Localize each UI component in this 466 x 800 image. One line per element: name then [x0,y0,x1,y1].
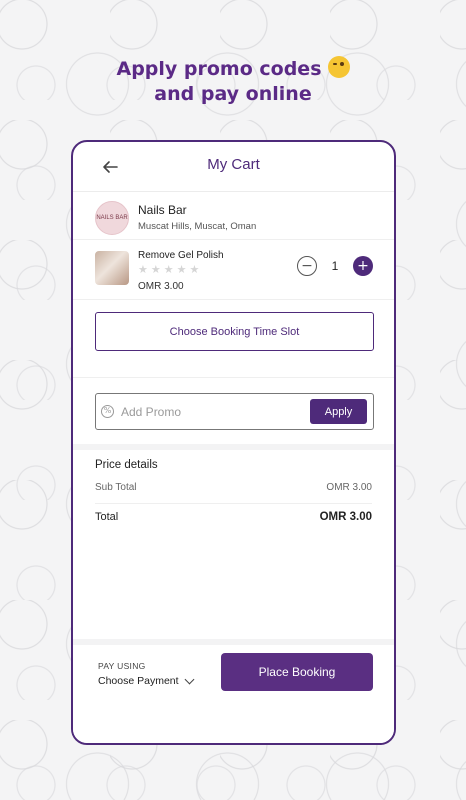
star-icon: ★ [176,263,187,276]
cart-item: Remove Gel Polish ★ ★ ★ ★ ★ OMR 3.00 − 1… [73,240,394,300]
pay-using-label: PAY USING [98,661,146,671]
subtotal-row: Sub Total OMR 3.00 [95,478,372,504]
price-details-title: Price details [95,459,158,471]
chevron-down-icon [184,674,194,684]
decrease-quantity-button[interactable]: − [297,256,317,276]
star-icon: ★ [189,263,200,276]
promo-headline: Apply promo codes and pay online [0,56,466,107]
total-value: OMR 3.00 [319,511,372,523]
salon-name: Nails Bar [138,203,187,217]
price-details: Price details Sub Total OMR 3.00 Total O… [73,450,394,523]
payment-method-value: Choose Payment [98,675,179,687]
choose-time-slot-button[interactable]: Choose Booking Time Slot [95,312,374,351]
winking-face-icon [327,56,350,78]
star-icon: ★ [150,263,161,276]
promo-input[interactable] [121,400,301,423]
place-booking-button[interactable]: Place Booking [221,653,373,691]
promo-field: % Apply [95,393,374,430]
top-bar: My Cart [73,142,394,192]
quantity-stepper: − 1 + [297,256,373,276]
payment-method-select[interactable]: Choose Payment [98,674,194,687]
total-label: Total [95,511,119,523]
headline-line-1: Apply promo codes [0,56,466,82]
salon-logo: NAILS BAR [95,201,129,235]
headline-line-2: and pay online [154,83,312,105]
salon-info: NAILS BAR Nails Bar Muscat Hills, Muscat… [73,192,394,240]
service-thumbnail [95,251,129,285]
page-title: My Cart [207,156,260,173]
star-icon: ★ [138,263,148,276]
service-name: Remove Gel Polish [138,250,224,261]
increase-quantity-button[interactable]: + [353,256,373,276]
checkout-bar: PAY USING Choose Payment Place Booking [73,639,394,743]
apply-promo-button[interactable]: Apply [310,399,367,424]
quantity-value: 1 [331,259,339,273]
subtotal-value: OMR 3.00 [326,482,372,493]
subtotal-label: Sub Total [95,482,137,493]
promo-section: % Apply [73,378,394,450]
total-row: Total OMR 3.00 [95,511,372,523]
star-icon: ★ [163,263,174,276]
phone-frame: My Cart NAILS BAR Nails Bar Muscat Hills… [71,140,396,745]
booking-slot-section: Choose Booking Time Slot [73,300,394,378]
service-price: OMR 3.00 [138,281,184,292]
rating-stars: ★ ★ ★ ★ ★ [138,264,199,276]
salon-address: Muscat Hills, Muscat, Oman [138,221,257,232]
coupon-icon: % [101,405,114,418]
